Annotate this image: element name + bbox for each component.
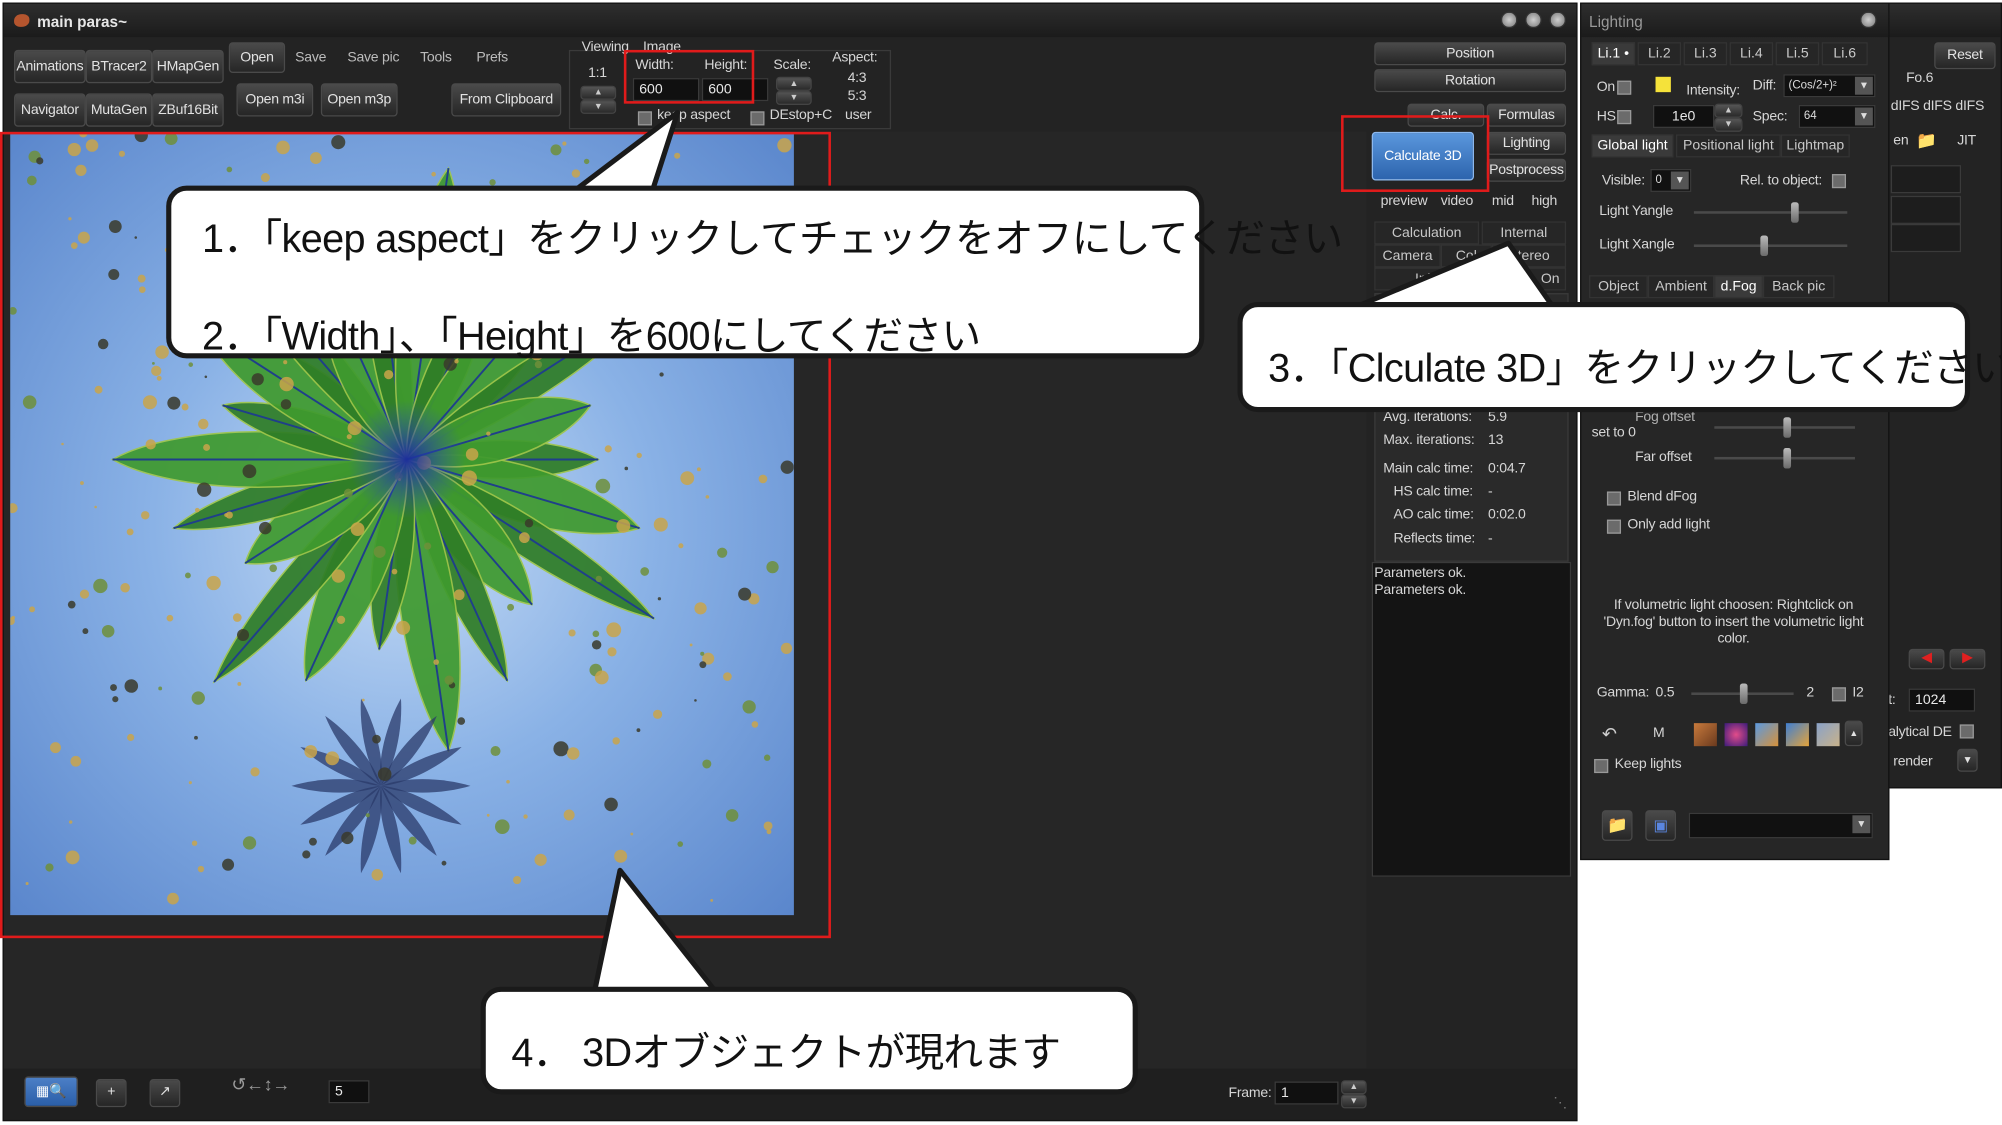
callout-step-4-box: 4． 3Dオブジェクトが現れます [480,986,1138,1095]
screenshot-stage: Reset Fo.6 dIFS dIFS dIFS en 📁 JIT ◀ ▶ t… [0,0,2002,1125]
callout-step-2: 2．「Width」、「Height」を600にしてください [201,313,981,359]
callout-1-pointer [570,110,1556,995]
callout-step-1: 1．「keep aspect」をクリックしてチェックをオフにしてください [201,216,1343,262]
callout-steps-1-2: 1．「keep aspect」をクリックしてチェックをオフにしてください 2．「… [166,185,1343,359]
callout-step-3: 3．「Clculate 3D」をクリックしてください [1268,345,2002,391]
callout-step-3-box: 3．「Clculate 3D」をクリックしてください [1237,302,2002,413]
callout-step-4: 4． 3Dオブジェクトが現れます [511,1030,1061,1076]
